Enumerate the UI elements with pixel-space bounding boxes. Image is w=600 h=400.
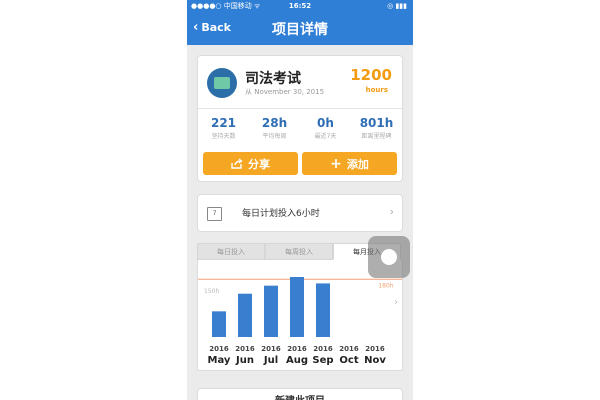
status-bar: ●●●●○ 中国移动 ᯤ 16:52 ◎ ▮▮▮ bbox=[187, 0, 413, 12]
chevron-right-icon: › bbox=[389, 205, 394, 218]
x-tick-month: Sep bbox=[312, 355, 333, 366]
x-tick-year: 2016 bbox=[209, 345, 229, 353]
bar-jun bbox=[238, 293, 252, 337]
stat-label: 最近7天 bbox=[314, 133, 337, 140]
stat-to-milestone: 801h 距离里程碑 bbox=[351, 116, 402, 140]
battery-indicator: ◎ ▮▮▮ bbox=[387, 2, 407, 10]
stats-row: 221 坚持天数 28h 平均每周 0h 最近7天 801h 距离里程碑 bbox=[198, 116, 402, 140]
x-tick-month: Aug bbox=[286, 355, 308, 366]
x-tick-month: May bbox=[208, 355, 231, 366]
stat-weekly-average: 28h 平均每周 bbox=[249, 116, 300, 140]
bar-jul bbox=[264, 285, 278, 337]
page-title: 项目详情 bbox=[272, 22, 328, 38]
share-button[interactable]: 分享 bbox=[203, 152, 298, 175]
bar-aug bbox=[290, 277, 304, 337]
stat-value: 28h bbox=[261, 116, 288, 130]
daily-plan-row[interactable]: 7 每日计划投入6小时 › bbox=[197, 194, 403, 232]
y-tick-label: 150h bbox=[204, 288, 219, 295]
target-line-label: 180h bbox=[378, 282, 393, 289]
clock: 16:52 bbox=[288, 2, 312, 10]
tab-daily[interactable]: 每日投入 bbox=[197, 243, 265, 260]
calendar-icon: 7 bbox=[207, 207, 222, 221]
x-tick-month: Nov bbox=[364, 355, 386, 366]
phone-screen: ●●●●○ 中国移动 ᯤ 16:52 ◎ ▮▮▮ ‹ Back 项目详情 司法考试… bbox=[187, 0, 413, 400]
chart-next-chevron-icon[interactable]: › bbox=[394, 297, 398, 308]
assistive-touch-dot bbox=[381, 249, 397, 265]
bar-may bbox=[212, 311, 226, 337]
x-tick-month: Jul bbox=[263, 355, 278, 366]
daily-plan-text: 每日计划投入6小时 bbox=[242, 209, 320, 219]
assistive-touch-button[interactable] bbox=[368, 236, 410, 278]
stat-value: 221 bbox=[210, 116, 237, 130]
x-tick-year: 2016 bbox=[313, 345, 333, 353]
share-label: 分享 bbox=[248, 157, 270, 171]
x-tick-year: 2016 bbox=[287, 345, 307, 353]
total-hours-value: 1200 bbox=[350, 66, 392, 84]
project-summary-card: 司法考试 从 November 30, 2015 1200 hours 221 … bbox=[197, 55, 403, 182]
new-project-card[interactable]: 新建此项目 bbox=[197, 388, 403, 400]
divider bbox=[198, 108, 402, 109]
project-book-icon bbox=[207, 68, 237, 98]
action-buttons: 分享 + 添加 bbox=[203, 152, 397, 175]
project-title: 司法考试 bbox=[245, 71, 301, 87]
stat-last-7-days: 0h 最近7天 bbox=[300, 116, 351, 140]
bar-sep bbox=[316, 283, 330, 337]
stat-label: 坚持天数 bbox=[211, 133, 236, 140]
plus-icon: + bbox=[330, 155, 342, 172]
stat-days: 221 坚持天数 bbox=[198, 116, 249, 140]
add-label: 添加 bbox=[346, 157, 369, 171]
stat-label: 距离里程碑 bbox=[361, 133, 392, 140]
stat-value: 801h bbox=[359, 116, 394, 130]
x-tick-year: 2016 bbox=[235, 345, 255, 353]
x-tick-month: Oct bbox=[339, 355, 358, 366]
add-button[interactable]: + 添加 bbox=[302, 152, 397, 175]
x-tick-year: 2016 bbox=[261, 345, 281, 353]
x-tick-year: 2016 bbox=[339, 345, 359, 353]
tab-weekly[interactable]: 每周投入 bbox=[265, 243, 333, 260]
share-icon bbox=[231, 158, 243, 169]
x-tick-month: Jun bbox=[235, 355, 254, 366]
stat-label: 平均每周 bbox=[262, 133, 287, 140]
total-hours-unit: hours bbox=[365, 86, 388, 94]
project-start-date: 从 November 30, 2015 bbox=[245, 88, 325, 96]
nav-bar: ‹ Back 项目详情 bbox=[187, 12, 413, 45]
new-project-label: 新建此项目 bbox=[198, 392, 402, 400]
x-tick-year: 2016 bbox=[365, 345, 385, 353]
stat-value: 0h bbox=[317, 116, 334, 130]
